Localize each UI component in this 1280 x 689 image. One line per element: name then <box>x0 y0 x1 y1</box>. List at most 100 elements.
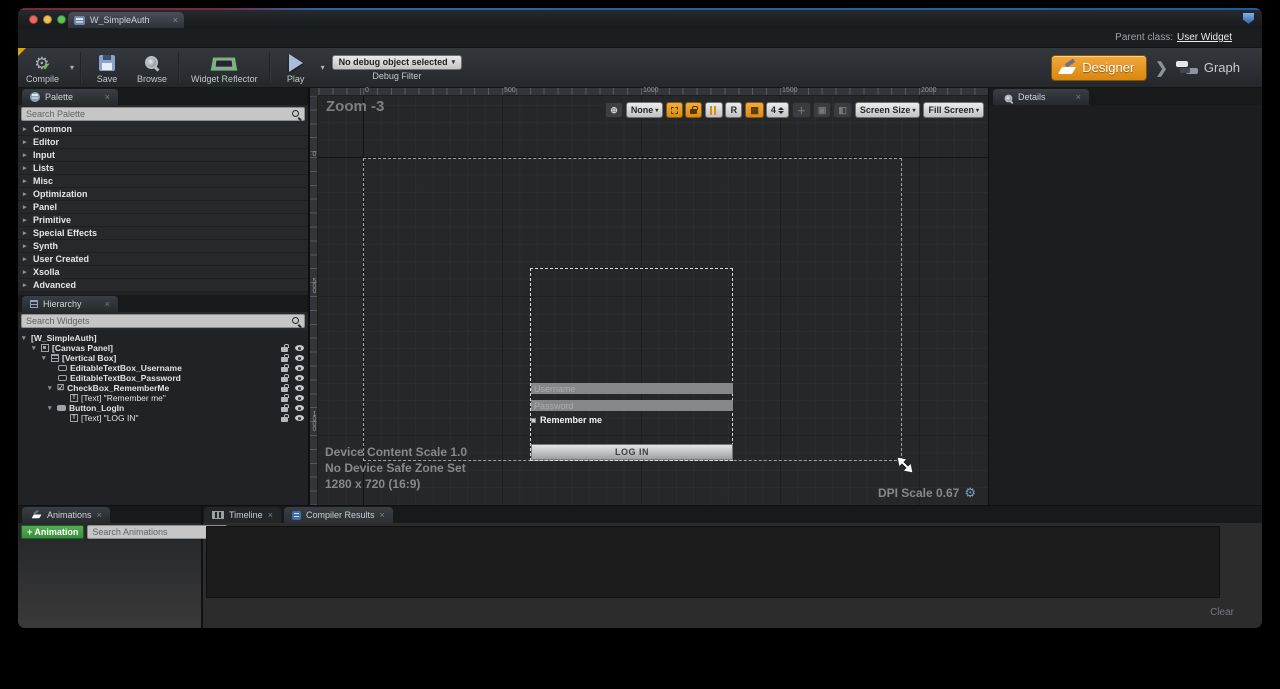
close-icon[interactable]: × <box>268 510 273 520</box>
collapse-arrow-icon[interactable]: ▾ <box>48 404 54 412</box>
checkbox-icon[interactable] <box>531 418 536 423</box>
lock-widgets-button[interactable] <box>685 102 702 118</box>
screen-size-dropdown[interactable]: Screen Size▾ <box>855 102 921 118</box>
lock-icon[interactable] <box>281 357 288 362</box>
tree-row-text-log-in[interactable]: T [Text] "LOG IN" <box>18 413 308 423</box>
close-icon[interactable]: × <box>379 510 384 520</box>
tree-row-button-login[interactable]: ▾ Button_LogIn <box>18 403 308 413</box>
visibility-eye-icon[interactable] <box>295 415 304 421</box>
hierarchy-search-input[interactable] <box>22 315 291 327</box>
visibility-eye-icon[interactable] <box>295 375 304 381</box>
tab-timeline[interactable]: Timeline × <box>204 507 281 523</box>
visibility-eye-icon[interactable] <box>295 355 304 361</box>
lock-icon[interactable] <box>281 417 288 422</box>
graph-mode-button[interactable]: Graph <box>1176 60 1240 75</box>
visibility-eye-icon[interactable] <box>295 395 304 401</box>
minimize-window-button[interactable] <box>43 15 52 24</box>
tab-hierarchy[interactable]: Hierarchy × <box>22 296 118 312</box>
preview-background-button[interactable]: ▣ <box>813 102 832 118</box>
palette-category-common[interactable]: ▸Common <box>18 123 308 136</box>
browse-button[interactable]: Browse <box>129 48 175 87</box>
flip-preview-button[interactable]: ◧ <box>833 102 852 118</box>
close-icon[interactable]: × <box>97 510 102 520</box>
lock-icon[interactable] <box>281 347 288 352</box>
widget-reflector-button[interactable]: Widget Reflector <box>183 48 266 87</box>
designer-mode-button[interactable]: Designer <box>1051 55 1147 81</box>
collapse-arrow-icon[interactable]: ▾ <box>32 344 38 352</box>
tab-palette[interactable]: Palette × <box>22 89 118 105</box>
username-textbox-widget[interactable]: Username <box>531 383 733 394</box>
tab-details[interactable]: Details × <box>993 89 1089 105</box>
snap-grid-toggle-button[interactable]: ▦ <box>745 102 764 118</box>
lock-icon[interactable] <box>281 397 288 402</box>
visibility-eye-icon[interactable] <box>295 405 304 411</box>
lock-icon[interactable] <box>281 387 288 392</box>
fill-screen-dropdown[interactable]: Fill Screen▾ <box>923 102 984 118</box>
add-animation-button[interactable]: + Animation <box>21 525 84 539</box>
widget-anchors-button[interactable]: ＋ <box>792 102 811 118</box>
tree-row-checkbox-rememberme[interactable]: ▾ ☑ CheckBox_RememberMe <box>18 383 308 393</box>
safe-zone-dropdown[interactable]: None▾ <box>626 102 664 118</box>
outline-toggle-button[interactable] <box>666 102 683 118</box>
palette-category-synth[interactable]: ▸Synth <box>18 240 308 253</box>
text-baseline-button[interactable] <box>705 102 723 118</box>
tree-row-vertical-box[interactable]: ▾ [Vertical Box] <box>18 353 308 363</box>
maximize-window-button[interactable] <box>57 15 66 24</box>
palette-category-user-created[interactable]: ▸User Created <box>18 253 308 266</box>
lock-icon[interactable] <box>281 377 288 382</box>
animations-search-input[interactable] <box>88 526 213 538</box>
tree-row-root[interactable]: ▾ [W_SimpleAuth] <box>18 333 308 343</box>
lock-icon[interactable] <box>281 407 288 412</box>
tab-animations[interactable]: Animations × <box>22 507 110 523</box>
collapse-arrow-icon[interactable]: ▾ <box>22 334 28 342</box>
tree-row-editabletextbox-username[interactable]: EditableTextBox_Username <box>18 363 308 373</box>
lock-icon[interactable] <box>281 367 288 372</box>
tree-row-canvas-panel[interactable]: ▾ [Canvas Panel] <box>18 343 308 353</box>
close-icon[interactable]: × <box>105 299 110 309</box>
tree-row-text-remember-me[interactable]: T [Text] "Remember me" <box>18 393 308 403</box>
compile-options-caret[interactable]: ▾ <box>67 63 77 72</box>
close-icon[interactable]: × <box>1076 92 1081 102</box>
password-textbox-widget[interactable]: Password <box>531 400 733 411</box>
collapse-arrow-icon[interactable]: ▾ <box>42 354 48 362</box>
palette-category-optimization[interactable]: ▸Optimization <box>18 188 308 201</box>
tree-row-editabletextbox-password[interactable]: EditableTextBox_Password <box>18 373 308 383</box>
remember-me-widget[interactable]: Remember me <box>531 415 602 425</box>
palette-category-input[interactable]: ▸Input <box>18 149 308 162</box>
visibility-eye-icon[interactable] <box>295 385 304 391</box>
vertical-box-selection-outline[interactable] <box>530 268 733 461</box>
localization-preview-button[interactable]: ⊕ <box>605 102 623 118</box>
tab-compiler-results[interactable]: Compiler Results × <box>284 507 393 523</box>
snap-grid-size-stepper[interactable]: 4 <box>766 102 789 118</box>
palette-category-editor[interactable]: ▸Editor <box>18 136 308 149</box>
close-tab-icon[interactable]: × <box>173 15 178 25</box>
palette-category-panel[interactable]: ▸Panel <box>18 201 308 214</box>
palette-category-xsolla[interactable]: ▸Xsolla <box>18 266 308 279</box>
palette-category-lists[interactable]: ▸Lists <box>18 162 308 175</box>
asset-tab[interactable]: W_SimpleAuth × <box>68 12 184 28</box>
close-window-button[interactable] <box>29 15 38 24</box>
visibility-eye-icon[interactable] <box>295 345 304 351</box>
palette-category-primitive[interactable]: ▸Primitive <box>18 214 308 227</box>
close-icon[interactable]: × <box>105 92 110 102</box>
debug-object-dropdown[interactable]: No debug object selected ▾ <box>332 55 463 70</box>
compiler-log-area[interactable] <box>206 526 1220 598</box>
parent-class-link[interactable]: User Widget <box>1177 32 1232 43</box>
respect-locks-button[interactable]: R <box>725 102 742 118</box>
play-options-caret[interactable]: ▾ <box>318 63 328 72</box>
palette-category-misc[interactable]: ▸Misc <box>18 175 308 188</box>
palette-category-special-effects[interactable]: ▸Special Effects <box>18 227 308 240</box>
save-button[interactable]: Save <box>85 48 129 87</box>
login-button-widget[interactable]: LOG IN <box>531 444 733 460</box>
dpi-settings-gear-icon[interactable]: ⚙ <box>964 485 976 501</box>
collapse-arrow-icon[interactable]: ▾ <box>48 384 54 392</box>
clear-log-button[interactable]: Clear <box>1210 607 1234 618</box>
source-control-icon[interactable] <box>1243 13 1254 24</box>
canvas-viewport[interactable]: Zoom -3 ⊕ None▾ R ▦ 4 <box>318 96 988 505</box>
palette-category-advanced[interactable]: ▸Advanced <box>18 279 308 292</box>
play-button[interactable]: Play <box>274 48 318 87</box>
resize-handle-cursor[interactable] <box>896 456 914 479</box>
animations-list-body[interactable] <box>18 541 201 628</box>
palette-search-input[interactable] <box>22 108 291 120</box>
visibility-eye-icon[interactable] <box>295 365 304 371</box>
